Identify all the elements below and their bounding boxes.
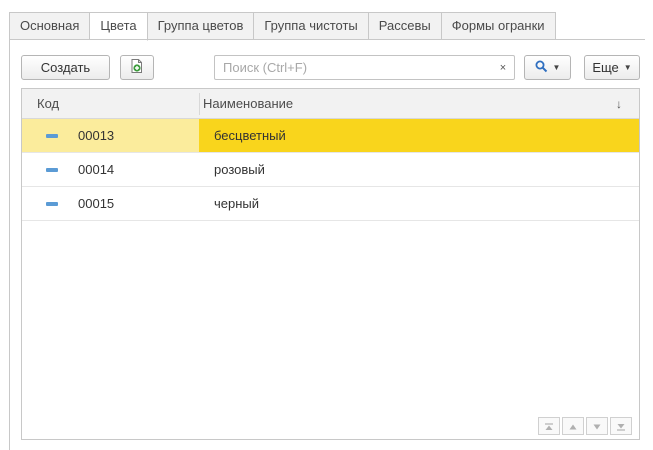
item-icon bbox=[46, 134, 58, 138]
chevron-down-icon: ▼ bbox=[623, 63, 632, 72]
table-navigation bbox=[538, 417, 632, 435]
name-value: розовый bbox=[214, 162, 265, 177]
prev-page-button[interactable] bbox=[562, 417, 584, 435]
item-icon bbox=[46, 202, 58, 206]
clear-search-button[interactable]: × bbox=[492, 57, 514, 79]
chevron-down-icon: ▼ bbox=[552, 63, 561, 72]
table-header: Код Наименование ↓ bbox=[22, 89, 639, 119]
add-copy-icon bbox=[129, 58, 145, 77]
first-page-icon bbox=[544, 419, 554, 434]
code-value: 00015 bbox=[78, 196, 115, 211]
more-button[interactable]: Еще ▼ bbox=[584, 55, 640, 80]
column-separator bbox=[199, 93, 200, 115]
more-label: Еще bbox=[592, 60, 619, 75]
search-input[interactable] bbox=[223, 56, 492, 79]
code-value: 00013 bbox=[78, 128, 115, 143]
name-value: бесцветный bbox=[214, 128, 286, 143]
table-row[interactable]: 00015 черный bbox=[22, 187, 639, 221]
next-page-icon bbox=[592, 419, 602, 434]
search-button[interactable]: ▼ bbox=[524, 55, 571, 80]
cell-name: черный bbox=[199, 187, 639, 220]
search-field: × bbox=[214, 55, 515, 80]
tab-main[interactable]: Основная bbox=[9, 12, 91, 40]
tab-divider bbox=[9, 39, 645, 40]
content-border bbox=[9, 39, 10, 450]
sort-arrow-icon: ↓ bbox=[616, 97, 622, 111]
search-icon bbox=[535, 60, 548, 76]
cell-name: розовый bbox=[199, 153, 639, 186]
tab-color-groups[interactable]: Группа цветов bbox=[147, 12, 255, 40]
create-button[interactable]: Создать bbox=[21, 55, 110, 80]
table-row[interactable]: 00014 розовый bbox=[22, 153, 639, 187]
tab-colors[interactable]: Цвета bbox=[90, 12, 148, 41]
copy-button[interactable] bbox=[120, 55, 154, 80]
tab-sieves[interactable]: Рассевы bbox=[368, 12, 442, 40]
tab-clarity-groups[interactable]: Группа чистоты bbox=[254, 12, 369, 40]
next-page-button[interactable] bbox=[586, 417, 608, 435]
cell-name: бесцветный bbox=[199, 119, 639, 152]
name-value: черный bbox=[214, 196, 260, 211]
cell-code: 00014 bbox=[22, 153, 199, 186]
cell-code: 00015 bbox=[22, 187, 199, 220]
prev-page-icon bbox=[568, 419, 578, 434]
code-value: 00014 bbox=[78, 162, 115, 177]
tab-cut-shapes[interactable]: Формы огранки bbox=[441, 12, 556, 40]
cell-code: 00013 bbox=[22, 119, 199, 152]
first-page-button[interactable] bbox=[538, 417, 560, 435]
item-icon bbox=[46, 168, 58, 172]
column-header-name[interactable]: Наименование bbox=[203, 89, 293, 119]
table-row[interactable]: 00013 бесцветный bbox=[22, 119, 639, 153]
colors-table: Код Наименование ↓ 00013 бесцветный 0001… bbox=[21, 88, 640, 440]
column-header-code[interactable]: Код bbox=[37, 89, 59, 119]
tab-bar: Основная Цвета Группа цветов Группа чист… bbox=[9, 12, 556, 41]
last-page-button[interactable] bbox=[610, 417, 632, 435]
last-page-icon bbox=[616, 419, 626, 434]
